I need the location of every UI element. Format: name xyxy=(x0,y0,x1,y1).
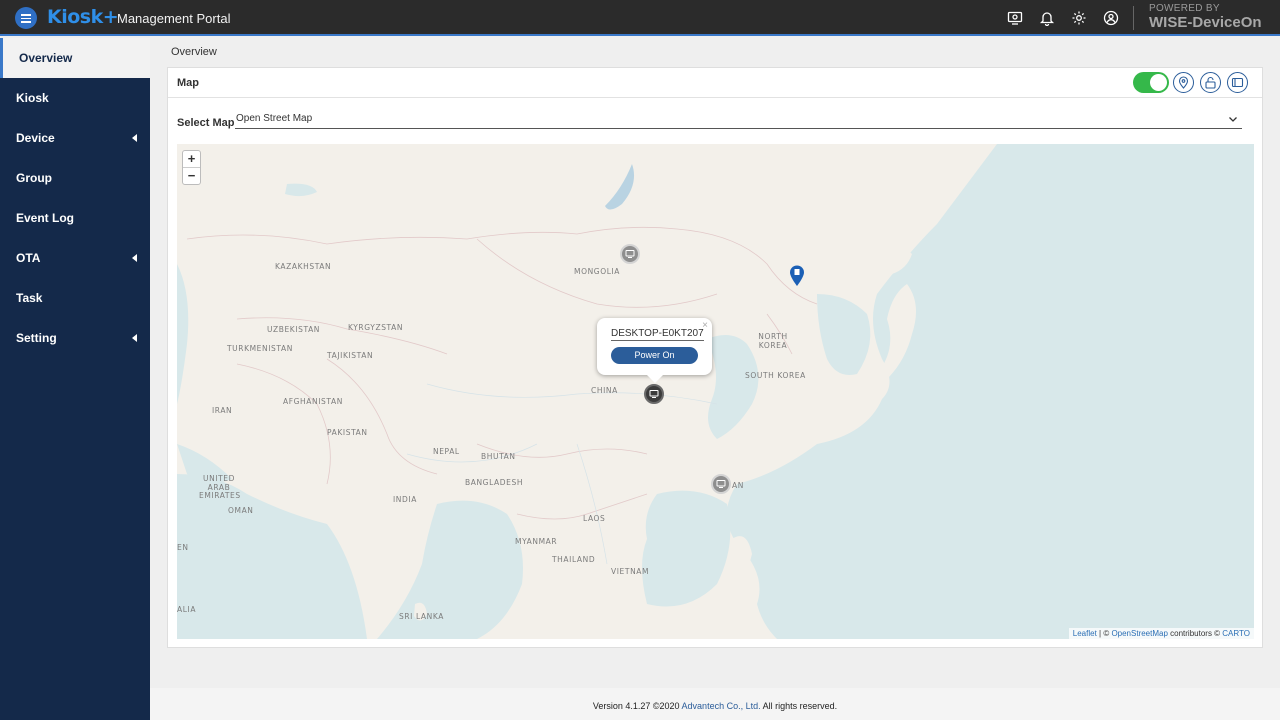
header-divider xyxy=(1133,6,1134,30)
sidebar-item-label: Kiosk xyxy=(16,91,49,105)
gear-icon[interactable] xyxy=(1071,10,1087,26)
sidebar-item-event-log[interactable]: Event Log xyxy=(0,198,150,238)
map-label: NEPAL xyxy=(433,447,460,456)
sidebar-item-label: Event Log xyxy=(16,211,75,225)
card-header: Map xyxy=(168,68,1262,98)
map-label: MONGOLIA xyxy=(574,267,621,276)
sidebar-item-label: Group xyxy=(16,171,52,185)
sidebar-item-ota[interactable]: OTA xyxy=(0,238,150,278)
powered-by-logo: POWERED BY WISE-DeviceOn xyxy=(1149,3,1262,31)
map-label: OMAN xyxy=(228,506,254,515)
device-marker-selected[interactable] xyxy=(644,384,664,404)
power-on-button[interactable]: Power On xyxy=(611,347,698,364)
sidebar-item-label: Device xyxy=(16,131,55,145)
map-label: VIETNAM xyxy=(611,567,650,576)
map-select[interactable]: Open Street Map xyxy=(235,111,1242,129)
map-label: AFGHANISTAN xyxy=(283,397,343,406)
caret-left-icon xyxy=(132,334,137,342)
map-label: TURKMENISTAN xyxy=(227,344,293,353)
sidebar-item-label: OTA xyxy=(16,251,41,265)
sidebar: Overview Kiosk Device Group Event Log OT… xyxy=(0,38,150,720)
monitor-icon xyxy=(625,250,635,258)
map-label: KYRGYZSTAN xyxy=(348,323,404,332)
location-pin-icon[interactable] xyxy=(789,265,805,287)
zoom-out-button[interactable]: − xyxy=(183,168,200,185)
sidebar-item-kiosk[interactable]: Kiosk xyxy=(0,78,150,118)
map-canvas[interactable]: + − KAZAKHSTAN MONGOLIA UZBEKISTAN KYRGY… xyxy=(177,144,1254,639)
user-circle-icon[interactable] xyxy=(1103,10,1119,26)
map-label: SRI LANKA xyxy=(399,612,444,621)
powered-by-label: POWERED BY xyxy=(1149,3,1220,14)
bell-icon[interactable] xyxy=(1039,10,1055,26)
sidebar-item-device[interactable]: Device xyxy=(0,118,150,158)
breadcrumb: Overview xyxy=(171,46,217,58)
toggle-knob xyxy=(1150,74,1167,91)
map-label: LAOS xyxy=(583,514,606,523)
top-bar: Kiosk+ Management Portal POWERED BY WISE… xyxy=(0,0,1280,36)
map-label: SOUTH KOREA xyxy=(745,371,806,380)
map-label: KAZAKHSTAN xyxy=(275,262,332,271)
map-label: BANGLADESH xyxy=(465,478,524,487)
footer-version: Version 4.1.27 ©2020 xyxy=(592,701,682,711)
map-label: UNITED ARAB EMIRATES xyxy=(199,474,241,501)
caret-left-icon xyxy=(132,134,137,142)
carto-link[interactable]: CARTO xyxy=(1222,629,1250,638)
osm-link[interactable]: OpenStreetMap xyxy=(1111,629,1167,638)
monitor-icon xyxy=(716,480,726,488)
map-label: ALIA xyxy=(177,605,197,614)
map-label-text: NORTH KOREA xyxy=(758,332,788,350)
select-map-label: Select Map xyxy=(177,117,235,129)
chevron-down-icon xyxy=(1229,117,1237,122)
device-popup: × DESKTOP-E0KT207 Power On xyxy=(597,318,712,383)
device-marker[interactable] xyxy=(711,474,731,494)
monitor-settings-icon[interactable] xyxy=(1007,10,1023,26)
company-link[interactable]: Advantech Co., Ltd. xyxy=(682,701,761,711)
footer-rights: All rights reserved. xyxy=(760,701,838,711)
map-toggle[interactable] xyxy=(1133,72,1169,93)
menu-icon[interactable] xyxy=(15,7,37,29)
map-label: MYANMAR xyxy=(515,537,558,546)
map-label-text: UNITED ARAB EMIRATES xyxy=(199,474,241,501)
map-label: THAILAND xyxy=(552,555,596,564)
sidebar-item-group[interactable]: Group xyxy=(0,158,150,198)
map-label: EN xyxy=(177,543,189,552)
sidebar-item-label: Setting xyxy=(16,331,57,345)
map-label: PAKISTAN xyxy=(327,428,368,437)
card-title: Map xyxy=(177,77,199,89)
map-label: AN xyxy=(732,481,744,490)
map-label: NORTH KOREA xyxy=(758,332,788,350)
fullscreen-button[interactable] xyxy=(1227,72,1248,93)
sidebar-item-overview[interactable]: Overview xyxy=(0,38,150,78)
map-label: CHINA xyxy=(591,386,618,395)
sidebar-item-label: Overview xyxy=(19,51,73,65)
popup-device-name[interactable]: DESKTOP-E0KT207 xyxy=(611,328,704,341)
location-pin-button[interactable] xyxy=(1173,72,1194,93)
map-select-value: Open Street Map xyxy=(236,113,313,124)
brand-logo[interactable]: Kiosk+ xyxy=(47,6,119,28)
map-label: IRAN xyxy=(212,406,233,415)
caret-left-icon xyxy=(132,254,137,262)
monitor-icon xyxy=(649,390,659,398)
sidebar-item-label: Task xyxy=(16,291,43,305)
map-label: TAJIKISTAN xyxy=(327,351,374,360)
attribution-contributors: contributors © xyxy=(1167,629,1223,638)
map-basemap xyxy=(177,144,1254,639)
map-label: INDIA xyxy=(393,495,417,504)
attribution-sep: | © xyxy=(1096,629,1112,638)
map-card: Map Select Map Open Street Map + − KAZAK… xyxy=(167,67,1263,648)
zoom-in-button[interactable]: + xyxy=(183,151,200,168)
sidebar-item-task[interactable]: Task xyxy=(0,278,150,318)
map-label: UZBEKISTAN xyxy=(267,325,321,334)
footer: Version 4.1.27 ©2020 Advantech Co., Ltd.… xyxy=(150,688,1280,720)
map-attribution: Leaflet | © OpenStreetMap contributors ©… xyxy=(1068,628,1254,639)
device-marker[interactable] xyxy=(620,244,640,264)
sidebar-item-setting[interactable]: Setting xyxy=(0,318,150,358)
leaflet-link[interactable]: Leaflet xyxy=(1073,629,1097,638)
map-label: BHUTAN xyxy=(481,452,516,461)
product-name: WISE-DeviceOn xyxy=(1149,14,1262,31)
zoom-control: + − xyxy=(182,150,201,185)
unlock-button[interactable] xyxy=(1200,72,1221,93)
portal-title: Management Portal xyxy=(117,11,231,26)
